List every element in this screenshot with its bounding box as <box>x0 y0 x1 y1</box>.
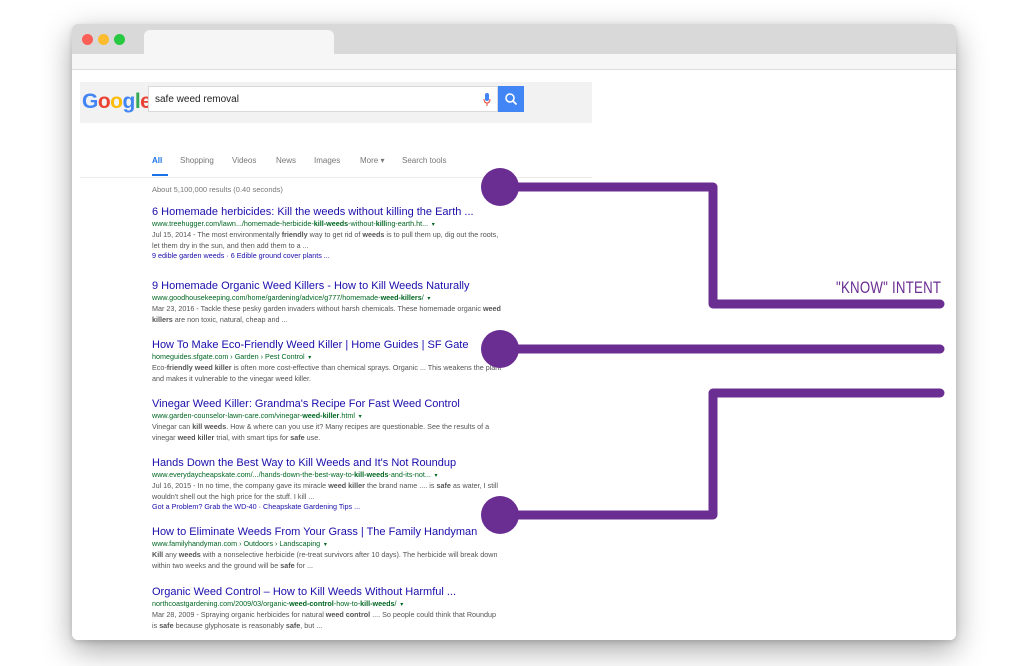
search-input[interactable] <box>149 87 469 111</box>
result-sitelinks[interactable]: Got a Problem? Grab the WD-40 · Cheapska… <box>152 502 502 512</box>
result-url: homeguides.sfgate.com › Garden › Pest Co… <box>152 352 312 361</box>
result-snippet: Eco-friendly weed killer is often more c… <box>152 363 502 383</box>
active-tab-indicator <box>152 174 168 176</box>
tab-shopping[interactable]: Shopping <box>180 156 214 165</box>
result-snippet: Vinegar can kill weeds. How & where can … <box>152 422 490 442</box>
result-url: www.familyhandyman.com › Outdoors › Land… <box>152 539 327 548</box>
search-results-page: Google All Shopping Videos News Images More ▾… <box>72 70 956 640</box>
search-button[interactable] <box>498 86 524 112</box>
result-snippet: Mar 28, 2009 - Spraying organic herbicid… <box>152 610 497 630</box>
search-result: How To Make Eco-Friendly Weed Killer | H… <box>152 339 502 384</box>
caret-down-icon[interactable]: ▾ <box>430 222 435 228</box>
google-logo[interactable]: Google <box>82 90 152 114</box>
search-result: 6 Homemade herbicides: Kill the weeds wi… <box>152 206 502 261</box>
close-window-icon[interactable] <box>82 34 93 45</box>
search-result: Hands Down the Best Way to Kill Weeds an… <box>152 457 502 512</box>
title-bar <box>72 24 956 54</box>
browser-window: Google All Shopping Videos News Images More ▾… <box>72 24 956 640</box>
search-icon <box>505 93 518 106</box>
tab-search-tools[interactable]: Search tools <box>402 156 446 165</box>
result-title-link[interactable]: How to Eliminate Weeds From Your Grass |… <box>152 526 502 539</box>
caret-down-icon[interactable]: ▾ <box>307 355 311 361</box>
result-title-link[interactable]: Hands Down the Best Way to Kill Weeds an… <box>152 457 502 470</box>
browser-toolbar <box>72 54 956 70</box>
tab-news[interactable]: News <box>276 156 296 165</box>
caret-down-icon[interactable]: ▾ <box>426 296 430 302</box>
result-url: www.treehugger.com/lawn.../homemade-herb… <box>152 219 435 228</box>
logo-letter: G <box>82 90 98 113</box>
tab-images[interactable]: Images <box>314 156 340 165</box>
logo-letter: o <box>110 90 123 113</box>
result-snippet: Kill any weeds with a nonselective herbi… <box>152 550 498 570</box>
result-stats: About 5,100,000 results (0.40 seconds) <box>152 185 283 194</box>
caret-down-icon[interactable]: ▾ <box>433 473 438 479</box>
result-title-link[interactable]: Organic Weed Control – How to Kill Weeds… <box>152 586 502 599</box>
search-result: How to Eliminate Weeds From Your Grass |… <box>152 526 502 571</box>
search-result: Vinegar Weed Killer: Grandma's Recipe Fo… <box>152 398 502 443</box>
result-title-link[interactable]: 6 Homemade herbicides: Kill the weeds wi… <box>152 206 502 219</box>
search-box[interactable] <box>148 86 498 112</box>
result-sitelinks[interactable]: 9 edible garden weeds · 6 Edible ground … <box>152 251 502 261</box>
result-title-link[interactable]: How To Make Eco-Friendly Weed Killer | H… <box>152 339 502 352</box>
mic-icon[interactable] <box>483 93 491 106</box>
search-result: Organic Weed Control – How to Kill Weeds… <box>152 586 502 631</box>
result-snippet: Jul 16, 2015 - In no time, the company g… <box>152 481 498 501</box>
know-intent-label: "KNOW" INTENT <box>836 278 942 297</box>
result-url: www.garden-counselor-lawn-care.com/vineg… <box>152 411 362 420</box>
browser-tab[interactable] <box>144 30 334 54</box>
caret-down-icon[interactable]: ▾ <box>322 542 327 548</box>
nav-divider <box>80 177 592 178</box>
result-url: northcoastgardening.com/2009/03/organic-… <box>152 599 404 608</box>
logo-letter: g <box>122 90 136 113</box>
maximize-window-icon[interactable] <box>114 34 125 45</box>
logo-letter: o <box>97 90 111 113</box>
search-result: 9 Homemade Organic Weed Killers - How to… <box>152 280 502 325</box>
tab-all[interactable]: All <box>152 156 162 165</box>
result-url: www.goodhousekeeping.com/home/gardening/… <box>152 293 431 302</box>
minimize-window-icon[interactable] <box>98 34 109 45</box>
search-header: Google <box>80 82 592 123</box>
result-title-link[interactable]: 9 Homemade Organic Weed Killers - How to… <box>152 280 502 293</box>
caret-down-icon[interactable]: ▾ <box>357 414 362 420</box>
result-title-link[interactable]: Vinegar Weed Killer: Grandma's Recipe Fo… <box>152 398 502 411</box>
result-url: www.everydaycheapskate.com/.../hands-dow… <box>152 470 438 479</box>
tab-videos[interactable]: Videos <box>232 156 256 165</box>
caret-down-icon[interactable]: ▾ <box>399 602 403 608</box>
result-snippet: Mar 23, 2016 - Tackle these pesky garden… <box>152 304 501 324</box>
result-snippet: Jul 15, 2014 - The most environmentally … <box>152 230 499 250</box>
tab-more[interactable]: More ▾ <box>360 156 384 165</box>
